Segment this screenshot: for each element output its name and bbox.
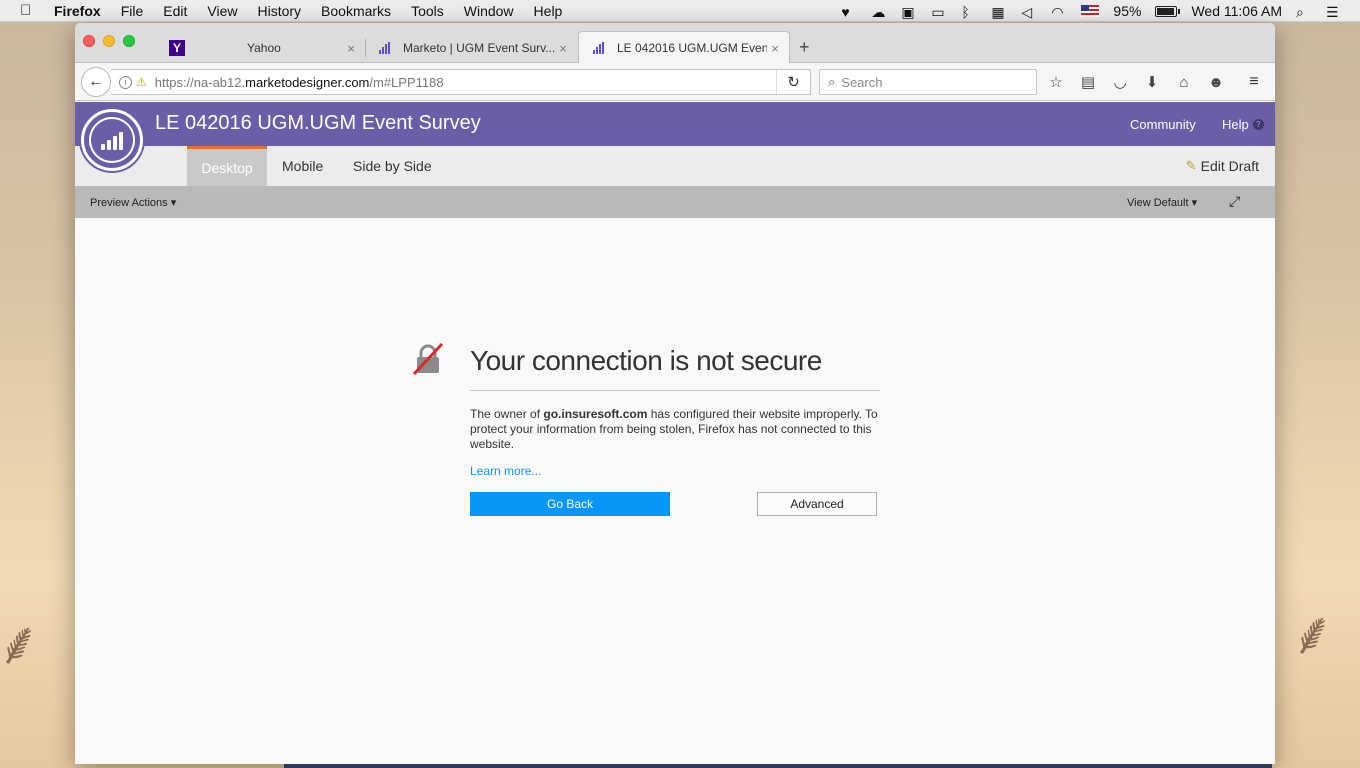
community-link[interactable]: Community (1130, 117, 1196, 132)
battery-icon[interactable] (1155, 5, 1181, 17)
error-desc-part: The owner of (470, 407, 544, 421)
search-input[interactable]: ⌕ Search (819, 69, 1037, 95)
help-label: Help (1222, 117, 1249, 132)
menu-view[interactable]: View (207, 3, 237, 19)
preview-actions-dropdown[interactable]: Preview Actions ▾ (90, 196, 176, 209)
marketo-icon (379, 42, 393, 54)
tab-marketo-survey[interactable]: Marketo | UGM Event Surv... × (365, 33, 577, 63)
close-tab-icon[interactable]: × (343, 41, 359, 56)
airplay-icon[interactable]: ▭ (931, 4, 947, 20)
tab-desktop[interactable]: Desktop (187, 146, 267, 186)
pencil-icon: ✎ (1185, 158, 1197, 173)
help-icon: ? (1252, 119, 1264, 130)
toolbar-icons: ☆ ▤ ◡ ⬇ ⌂ ☻ (1045, 71, 1227, 93)
tab-title: Yahoo (247, 41, 281, 55)
creative-cloud-icon[interactable]: ☁ (871, 4, 887, 20)
learn-more-link[interactable]: Learn more... (470, 464, 541, 478)
pocket-icon[interactable]: ◡ (1109, 71, 1131, 93)
bluetooth-icon[interactable]: ᛒ (961, 4, 977, 20)
preview-tabs: Desktop Mobile Side by Side ✎ Edit Draft (75, 146, 1275, 186)
bookmark-star-icon[interactable]: ☆ (1045, 71, 1067, 93)
divider (470, 390, 880, 391)
battery-percent: 95% (1113, 3, 1142, 19)
marketo-logo-icon (89, 117, 135, 163)
clock[interactable]: Wed 11:06 AM (1191, 3, 1282, 19)
volume-icon[interactable]: ◁ (1021, 4, 1037, 20)
error-host: go.insuresoft.com (543, 407, 648, 421)
spotlight-icon[interactable]: ⌕ (1296, 4, 1312, 20)
navigation-toolbar: i ⚠ https://na-ab12. marketodesigner.com… (75, 63, 1275, 101)
marketo-header: LE 042016 UGM.UGM Event Survey Community… (75, 102, 1275, 146)
search-icon: ⌕ (828, 74, 836, 89)
iheart-icon[interactable]: ♥ (841, 4, 857, 20)
broken-lock-icon (412, 343, 444, 375)
url-host: marketodesigner.com (245, 74, 370, 90)
wifi-icon[interactable]: ◠ (1051, 4, 1067, 20)
desktop-flamingo-left: ⸙ (0, 610, 41, 677)
reading-list-icon[interactable]: ▤ (1077, 71, 1099, 93)
bookmark-app-icon[interactable]: ▣ (901, 4, 917, 20)
hello-icon[interactable]: ☻ (1205, 71, 1227, 93)
edit-draft-button[interactable]: ✎ Edit Draft (1186, 146, 1259, 186)
close-tab-icon[interactable]: × (555, 41, 571, 56)
menu-bookmarks[interactable]: Bookmarks (321, 3, 391, 19)
desktop-flamingo-right: ⸙ (1290, 600, 1335, 667)
new-tab-button[interactable]: + (799, 37, 810, 58)
close-window-button[interactable] (83, 35, 95, 47)
us-flag-input-icon[interactable] (1081, 5, 1100, 17)
back-button[interactable]: ← (81, 67, 111, 97)
minimize-window-button[interactable] (103, 35, 115, 47)
view-default-dropdown[interactable]: View Default ▾ (1127, 196, 1197, 209)
background-page-strip (284, 764, 1272, 768)
keyboard-icon[interactable]: ▦ (991, 4, 1007, 20)
go-back-button[interactable]: Go Back (470, 492, 670, 516)
error-description: The owner of go.insuresoft.com has confi… (470, 407, 880, 452)
expand-icon[interactable]: ⤢ (1229, 193, 1240, 210)
advanced-button[interactable]: Advanced (757, 492, 877, 516)
error-title: Your connection is not secure (470, 345, 822, 376)
zoom-window-button[interactable] (123, 35, 135, 47)
preview-toolbar: Preview Actions ▾ View Default ▾ ⤢ (75, 186, 1275, 218)
hamburger-menu-icon[interactable]: ≡ (1243, 71, 1265, 93)
search-placeholder: Search (841, 74, 883, 90)
edit-draft-label: Edit Draft (1200, 158, 1259, 174)
tab-title: LE 042016 UGM.UGM Even... (617, 41, 767, 55)
close-tab-icon[interactable]: × (767, 41, 783, 56)
tab-title: Marketo | UGM Event Surv... (403, 41, 555, 55)
macos-menubar:  Firefox File Edit View History Bookmar… (0, 0, 1360, 22)
menu-tools[interactable]: Tools (411, 3, 444, 19)
tab-side-by-side[interactable]: Side by Side (353, 146, 432, 186)
menu-file[interactable]: File (121, 3, 144, 19)
marketo-logo[interactable] (81, 109, 143, 171)
insecure-lock-icon[interactable]: ⚠ (136, 75, 147, 89)
apple-icon[interactable]:  (20, 2, 36, 19)
tab-strip: Y Yahoo × Marketo | UGM Event Surv... × … (75, 23, 1275, 64)
menu-edit[interactable]: Edit (163, 3, 187, 19)
reload-icon[interactable]: ↻ (776, 70, 810, 94)
url-bar[interactable]: i ⚠ https://na-ab12. marketodesigner.com… (111, 69, 811, 95)
browser-window: Y Yahoo × Marketo | UGM Event Surv... × … (75, 23, 1275, 764)
error-page: Your connection is not secure The owner … (75, 218, 1275, 764)
yahoo-icon: Y (169, 40, 185, 56)
menu-history[interactable]: History (257, 3, 301, 19)
menu-window[interactable]: Window (464, 3, 514, 19)
tab-le-survey[interactable]: LE 042016 UGM.UGM Even... × (578, 31, 790, 64)
tab-mobile[interactable]: Mobile (282, 146, 323, 186)
url-path: /m#LPP1188 (369, 74, 444, 90)
help-link[interactable]: Help ? (1222, 117, 1264, 132)
page-title: LE 042016 UGM.UGM Event Survey (155, 112, 481, 134)
menu-help[interactable]: Help (534, 3, 563, 19)
marketo-icon (593, 42, 607, 54)
back-arrow-icon: ← (88, 73, 104, 90)
notification-center-icon[interactable]: ☰ (1326, 4, 1342, 20)
url-prefix: https://na-ab12. (154, 74, 246, 90)
info-icon[interactable]: i (119, 75, 132, 89)
home-icon[interactable]: ⌂ (1173, 71, 1195, 93)
downloads-icon[interactable]: ⬇ (1141, 71, 1163, 93)
menu-app-name[interactable]: Firefox (54, 3, 101, 19)
tab-yahoo[interactable]: Y Yahoo × (155, 33, 366, 63)
